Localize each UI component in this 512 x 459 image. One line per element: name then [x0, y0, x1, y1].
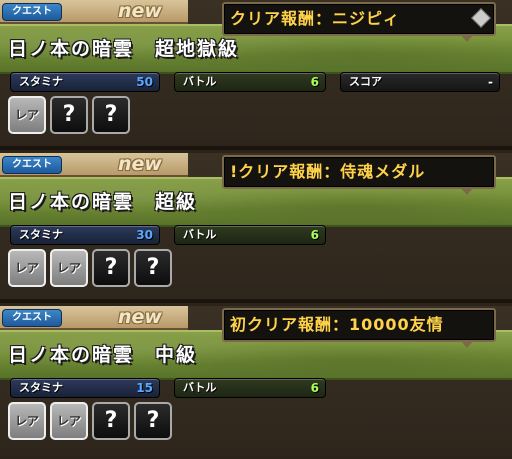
new-badge: new: [118, 306, 162, 328]
score-value: -: [488, 75, 493, 89]
stamina-stat: スタミナ 30: [10, 225, 160, 245]
dungeon-title: 日ノ本の暗雲 超級: [8, 191, 198, 213]
info-diamond-icon: [471, 8, 491, 28]
battle-stat: バトル 6: [174, 72, 326, 92]
stamina-stat: スタミナ 15: [10, 378, 160, 398]
card-divider: [0, 146, 512, 150]
reward-bubble: 初クリア報酬：10000友情: [222, 308, 496, 348]
battle-stat: バトル 6: [174, 378, 326, 398]
score-stat: スコア -: [340, 72, 500, 92]
unknown-drop-icon: ?: [92, 96, 130, 134]
stamina-label: スタミナ: [19, 381, 63, 394]
battle-value: 6: [310, 75, 319, 89]
stamina-label: スタミナ: [19, 228, 63, 241]
reward-text: クリア報酬：ニジピィ: [230, 9, 401, 28]
unknown-drop-icon: ?: [92, 402, 130, 440]
stamina-stat: スタミナ 50: [10, 72, 160, 92]
stats-row: スタミナ 50 バトル 6 スコア -: [0, 72, 512, 94]
battle-label: バトル: [183, 228, 217, 241]
unknown-drop-icon: ?: [92, 249, 130, 287]
bubble-tail: [460, 34, 474, 42]
dungeon-title: 日ノ本の暗雲 中級: [8, 344, 198, 366]
card-divider: [0, 299, 512, 303]
dungeon-card-3[interactable]: クエスト new 日ノ本の暗雲 中級 初クリア報酬：10000友情 スタミナ 1…: [0, 306, 512, 456]
battle-value: 6: [310, 228, 319, 242]
rare-drop-icon: レア: [50, 249, 88, 287]
stats-row: スタミナ 30 バトル 6: [0, 225, 512, 247]
unknown-drop-icon: ?: [134, 249, 172, 287]
rare-drop-icon: レア: [8, 249, 46, 287]
dungeon-title: 日ノ本の暗雲 超地獄級: [8, 38, 240, 60]
reward-bubble: !クリア報酬：侍魂メダル: [222, 155, 496, 195]
score-label: スコア: [349, 75, 382, 88]
rare-drop-icon: レア: [8, 402, 46, 440]
dungeon-card-1[interactable]: クエスト new 日ノ本の暗雲 超地獄級 クリア報酬：ニジピィ スタミナ 50 …: [0, 0, 512, 150]
stamina-value: 50: [136, 75, 153, 89]
unknown-drop-icon: ?: [134, 402, 172, 440]
dungeon-list: クエスト new 日ノ本の暗雲 超地獄級 クリア報酬：ニジピィ スタミナ 50 …: [0, 0, 512, 459]
rare-drop-icon: レア: [50, 402, 88, 440]
battle-value: 6: [310, 381, 319, 395]
bubble-tail: [460, 187, 474, 195]
battle-label: バトル: [183, 75, 217, 88]
stamina-value: 30: [136, 228, 153, 242]
stamina-label: スタミナ: [19, 75, 63, 88]
stamina-value: 15: [136, 381, 153, 395]
reward-bubble: クリア報酬：ニジピィ: [222, 2, 496, 42]
stats-row: スタミナ 15 バトル 6: [0, 378, 512, 400]
dungeon-card-2[interactable]: クエスト new 日ノ本の暗雲 超級 !クリア報酬：侍魂メダル スタミナ 30 …: [0, 153, 512, 303]
quest-tag: クエスト: [2, 309, 62, 327]
reward-text: 初クリア報酬：10000友情: [230, 315, 444, 334]
card-header-bar: クエスト new: [0, 153, 188, 177]
quest-tag: クエスト: [2, 156, 62, 174]
rare-drop-icon: レア: [8, 96, 46, 134]
battle-stat: バトル 6: [174, 225, 326, 245]
unknown-drop-icon: ?: [50, 96, 88, 134]
new-badge: new: [118, 153, 162, 175]
bubble-tail: [460, 340, 474, 348]
card-header-bar: クエスト new: [0, 0, 188, 24]
battle-label: バトル: [183, 381, 217, 394]
reward-text: !クリア報酬：侍魂メダル: [230, 162, 426, 181]
new-badge: new: [118, 0, 162, 22]
card-header-bar: クエスト new: [0, 306, 188, 330]
quest-tag: クエスト: [2, 3, 62, 21]
